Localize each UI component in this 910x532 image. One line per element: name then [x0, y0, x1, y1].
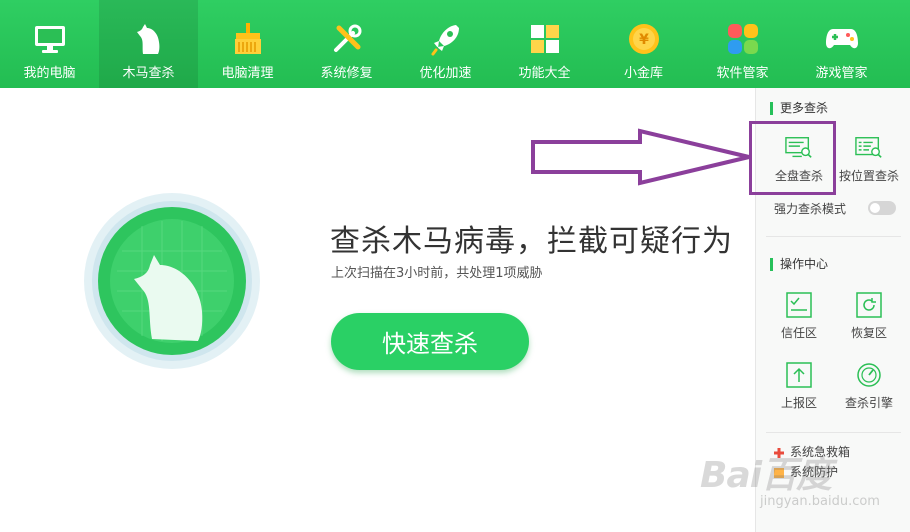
gamepad-icon	[825, 22, 859, 56]
trust-zone-icon	[785, 291, 813, 319]
nav-label: 游戏管家	[815, 66, 868, 81]
trojan-scan-logo-icon	[82, 191, 262, 371]
nav-game-manager[interactable]: 游戏管家	[792, 0, 891, 88]
restore-zone-label: 恢复区	[850, 326, 887, 340]
quick-scan-button[interactable]: 快速查杀	[331, 313, 529, 370]
upload-icon	[785, 361, 813, 389]
flower-icon	[726, 22, 760, 56]
trust-zone-button[interactable]: 信任区	[764, 291, 834, 341]
broom-icon	[231, 22, 265, 56]
nav-label: 我的电脑	[23, 66, 76, 81]
page-headline: 查杀木马病毒，拦截可疑行为	[330, 224, 733, 259]
strong-mode-toggle[interactable]	[868, 201, 896, 215]
scan-engine-label: 查杀引擎	[844, 396, 893, 410]
ops-center-section-title: 操作中心	[770, 258, 828, 271]
nav-treasury[interactable]: ¥ 小金库	[594, 0, 693, 88]
strong-mode-label: 强力查杀模式	[774, 202, 847, 216]
toggle-knob	[870, 203, 880, 213]
nav-label: 优化加速	[419, 66, 472, 81]
gauge-icon	[855, 361, 883, 389]
scan-engine-button[interactable]: 查杀引擎	[834, 361, 904, 411]
report-zone-button[interactable]: 上报区	[764, 361, 834, 411]
nav-my-computer[interactable]: 我的电脑	[0, 0, 99, 88]
watermark-url: jingyan.baidu.com	[760, 494, 880, 509]
nav-features[interactable]: 功能大全	[495, 0, 594, 88]
more-scan-section-title: 更多查杀	[770, 102, 828, 115]
location-scan-button[interactable]: 按位置查杀	[834, 134, 904, 184]
trust-zone-label: 信任区	[780, 326, 817, 340]
annotation-highlight-box	[749, 121, 836, 195]
nav-label: 功能大全	[518, 66, 571, 81]
nav-label: 小金库	[623, 66, 663, 81]
nav-cleanup[interactable]: 电脑清理	[198, 0, 297, 88]
nav-optimize[interactable]: 优化加速	[396, 0, 495, 88]
baidu-watermark: Bai百度	[700, 455, 832, 496]
nav-system-repair[interactable]: 系统修复	[297, 0, 396, 88]
location-scan-icon	[855, 134, 883, 162]
section-divider	[766, 432, 901, 433]
grid-icon	[528, 22, 562, 56]
last-scan-status: 上次扫描在3小时前，共处理1项威胁	[331, 266, 543, 281]
restore-zone-button[interactable]: 恢复区	[834, 291, 904, 341]
nav-label: 木马查杀	[122, 66, 175, 81]
section-divider	[766, 236, 901, 237]
nav-trojan-scan[interactable]: 木马查杀	[99, 0, 198, 88]
location-scan-label: 按位置查杀	[838, 169, 899, 183]
monitor-icon	[33, 22, 67, 56]
nav-label: 系统修复	[320, 66, 373, 81]
nav-label: 电脑清理	[221, 66, 274, 81]
horse-icon	[132, 22, 166, 56]
svg-text:¥: ¥	[639, 32, 649, 48]
rocket-icon	[429, 22, 463, 56]
nav-label: 软件管家	[716, 66, 769, 81]
tools-icon	[330, 22, 364, 56]
restore-icon	[855, 291, 883, 319]
report-zone-label: 上报区	[780, 396, 817, 410]
nav-software-manager[interactable]: 软件管家	[693, 0, 792, 88]
top-nav: 我的电脑 木马查杀 电脑清理 系统修复 优化加速 功能大全 ¥ 小金库 软件管家…	[0, 0, 910, 88]
annotation-arrow-icon	[531, 128, 750, 186]
coin-icon: ¥	[627, 22, 661, 56]
